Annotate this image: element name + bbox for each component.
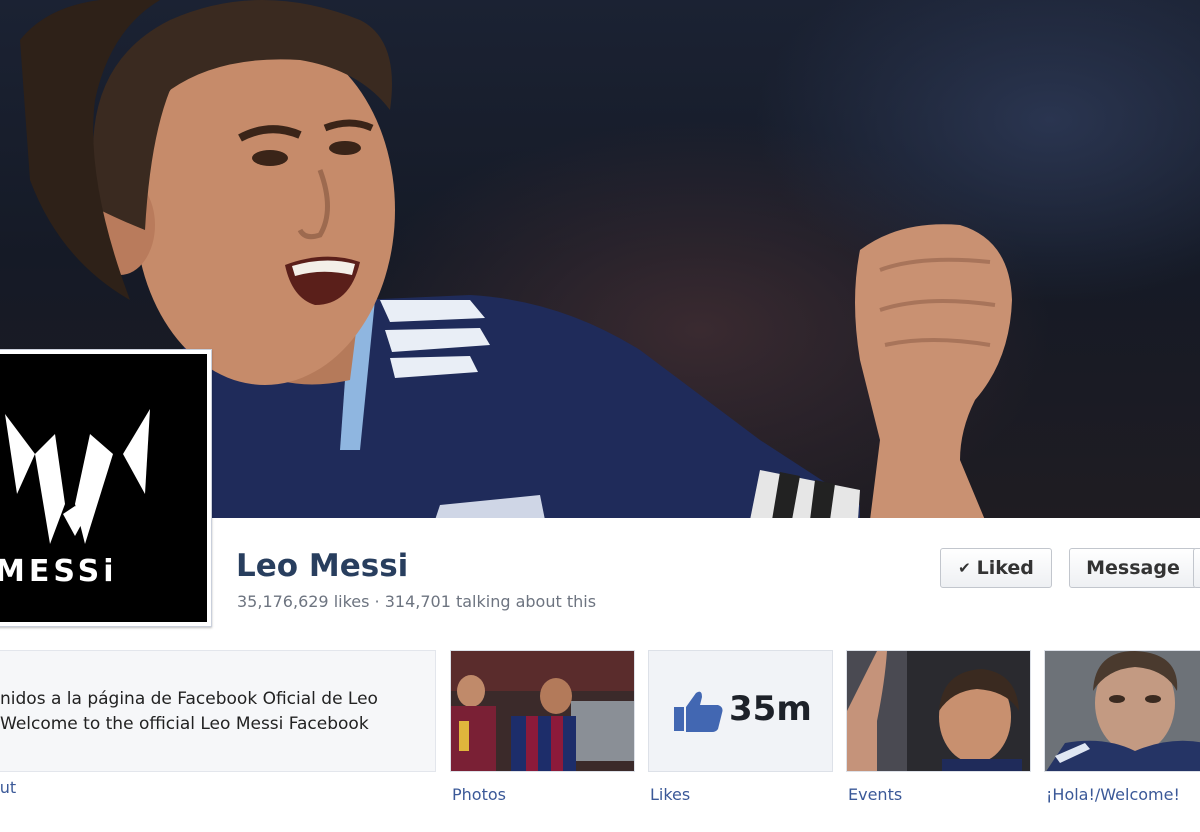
about-box[interactable] — [0, 650, 436, 772]
more-options-button[interactable] — [1193, 548, 1200, 588]
about-text-line: Welcome to the official Leo Messi Facebo… — [0, 714, 369, 734]
thumbs-up-icon — [674, 691, 723, 732]
message-button-label: Message — [1086, 557, 1180, 579]
events-thumbnail — [847, 651, 1030, 771]
about-link[interactable]: out — [0, 778, 16, 797]
app-label-likes[interactable]: Likes — [650, 785, 690, 804]
app-tile-welcome[interactable] — [1044, 650, 1200, 772]
profile-picture[interactable]: MESSi — [0, 349, 212, 627]
page-title[interactable]: Leo Messi — [236, 548, 408, 584]
welcome-thumbnail — [1045, 651, 1200, 771]
app-label-welcome[interactable]: ¡Hola!/Welcome! — [1046, 785, 1180, 804]
liked-button[interactable]: ✔ Liked — [940, 548, 1052, 588]
profile-picture-frame: MESSi — [0, 354, 207, 622]
app-label-photos[interactable]: Photos — [452, 785, 506, 804]
check-icon: ✔ — [958, 559, 971, 577]
page-stats: 35,176,629 likes · 314,701 talking about… — [237, 592, 597, 611]
profile-logo-text: MESSi — [0, 554, 118, 589]
photos-thumbnail — [451, 651, 634, 771]
app-tile-photos[interactable] — [450, 650, 635, 772]
about-text-line: nidos a la página de Facebook Oficial de… — [0, 689, 378, 709]
message-button[interactable]: Message — [1069, 548, 1197, 588]
app-tile-likes[interactable]: 35m — [648, 650, 833, 772]
liked-button-label: Liked — [976, 557, 1034, 579]
app-label-events[interactable]: Events — [848, 785, 902, 804]
likes-count: 35m — [729, 689, 812, 729]
app-tile-events[interactable] — [846, 650, 1031, 772]
